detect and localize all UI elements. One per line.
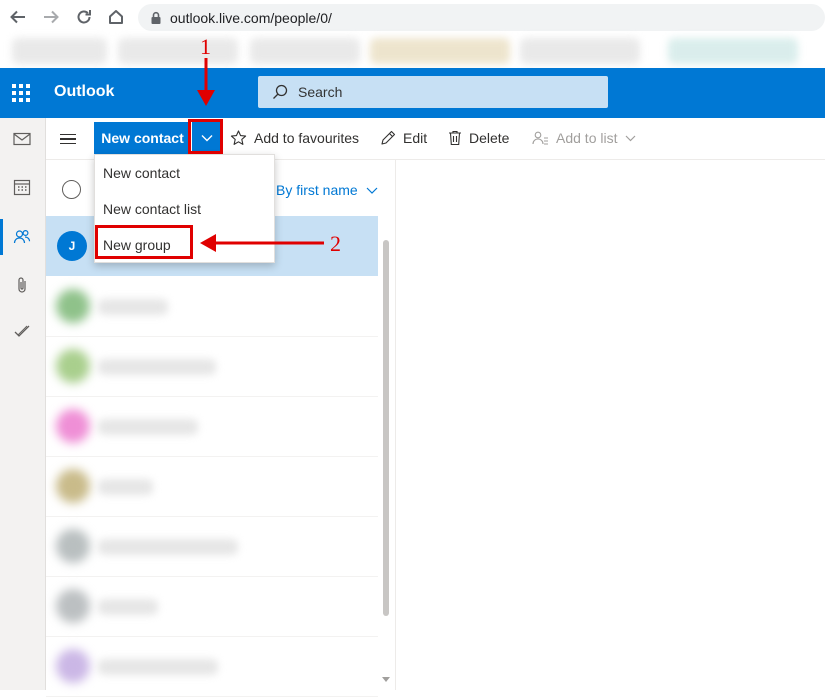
annotation-number-2: 2 xyxy=(330,231,341,256)
menu-item-new-contact[interactable]: New contact xyxy=(95,155,274,191)
module-rail xyxy=(0,118,46,690)
mail-icon[interactable] xyxy=(0,124,44,154)
blurred-avatar xyxy=(56,649,90,683)
blurred-text xyxy=(98,599,158,615)
address-bar[interactable]: outlook.live.com/people/0/ xyxy=(138,4,825,31)
new-contact-button[interactable]: New contact xyxy=(94,122,191,154)
blurred-avatar xyxy=(56,529,90,563)
contact-row[interactable] xyxy=(46,577,378,637)
forward-icon[interactable] xyxy=(40,6,62,28)
contact-row[interactable] xyxy=(46,337,378,397)
people-icon[interactable] xyxy=(0,222,44,252)
select-all-checkbox[interactable] xyxy=(62,180,81,199)
url-text: outlook.live.com/people/0/ xyxy=(170,9,332,26)
blurred-text xyxy=(98,299,168,315)
calendar-icon[interactable] xyxy=(0,172,44,202)
add-to-list-button[interactable]: Add to list xyxy=(532,122,636,154)
back-icon[interactable] xyxy=(7,6,29,28)
delete-button[interactable]: Delete xyxy=(448,122,509,154)
lock-icon xyxy=(150,11,162,25)
app-launcher-icon[interactable] xyxy=(8,80,34,106)
search-input[interactable]: Search xyxy=(258,76,608,108)
blurred-text xyxy=(98,659,218,675)
search-placeholder: Search xyxy=(298,84,343,100)
contact-row[interactable] xyxy=(46,277,378,337)
chevron-down-icon xyxy=(366,187,378,194)
attachment-icon[interactable] xyxy=(0,270,44,300)
add-to-list-label: Add to list xyxy=(556,130,618,146)
blurred-avatar xyxy=(56,469,90,503)
outlook-header: Outlook Search xyxy=(0,68,825,118)
annotation-highlight-new-group xyxy=(95,225,193,259)
blurred-text xyxy=(98,539,238,555)
add-to-favourites-button[interactable]: Add to favourites xyxy=(230,122,359,154)
scroll-down-icon[interactable] xyxy=(382,676,390,684)
blurred-text xyxy=(98,359,216,375)
annotation-arrow-down xyxy=(197,58,215,106)
edit-label: Edit xyxy=(403,130,428,146)
blurred-avatar xyxy=(56,349,90,383)
scrollbar-thumb[interactable] xyxy=(383,240,389,616)
people-list-icon xyxy=(532,130,549,146)
reading-pane xyxy=(397,160,825,690)
trash-icon xyxy=(448,130,462,146)
contact-row[interactable] xyxy=(46,517,378,577)
pencil-icon xyxy=(380,130,396,146)
blurred-avatar xyxy=(56,289,90,323)
annotation-arrow-left xyxy=(200,234,324,252)
app-title[interactable]: Outlook xyxy=(54,83,114,101)
contact-row[interactable] xyxy=(46,397,378,457)
browser-toolbar: outlook.live.com/people/0/ xyxy=(0,0,825,34)
edit-button[interactable]: Edit xyxy=(380,122,427,154)
hamburger-menu-icon[interactable] xyxy=(60,129,80,149)
blurred-text xyxy=(98,479,153,495)
bookmarks-bar xyxy=(0,34,825,68)
sort-dropdown[interactable]: By first name xyxy=(276,182,378,198)
contact-row[interactable] xyxy=(46,457,378,517)
todo-icon[interactable] xyxy=(0,316,44,346)
search-icon xyxy=(272,84,288,100)
delete-label: Delete xyxy=(469,130,510,146)
chevron-down-icon xyxy=(625,135,636,142)
contact-row[interactable] xyxy=(46,637,378,697)
annotation-highlight-dropdown xyxy=(188,119,223,154)
home-icon[interactable] xyxy=(105,6,127,28)
add-to-favourites-label: Add to favourites xyxy=(254,130,360,146)
blurred-text xyxy=(98,419,198,435)
blurred-avatar xyxy=(56,409,90,443)
menu-item-new-contact-list[interactable]: New contact list xyxy=(95,191,274,227)
sort-label: By first name xyxy=(276,182,358,198)
blurred-avatar xyxy=(56,589,90,623)
reload-icon[interactable] xyxy=(73,6,95,28)
avatar: J xyxy=(57,231,87,261)
star-icon xyxy=(230,130,247,146)
